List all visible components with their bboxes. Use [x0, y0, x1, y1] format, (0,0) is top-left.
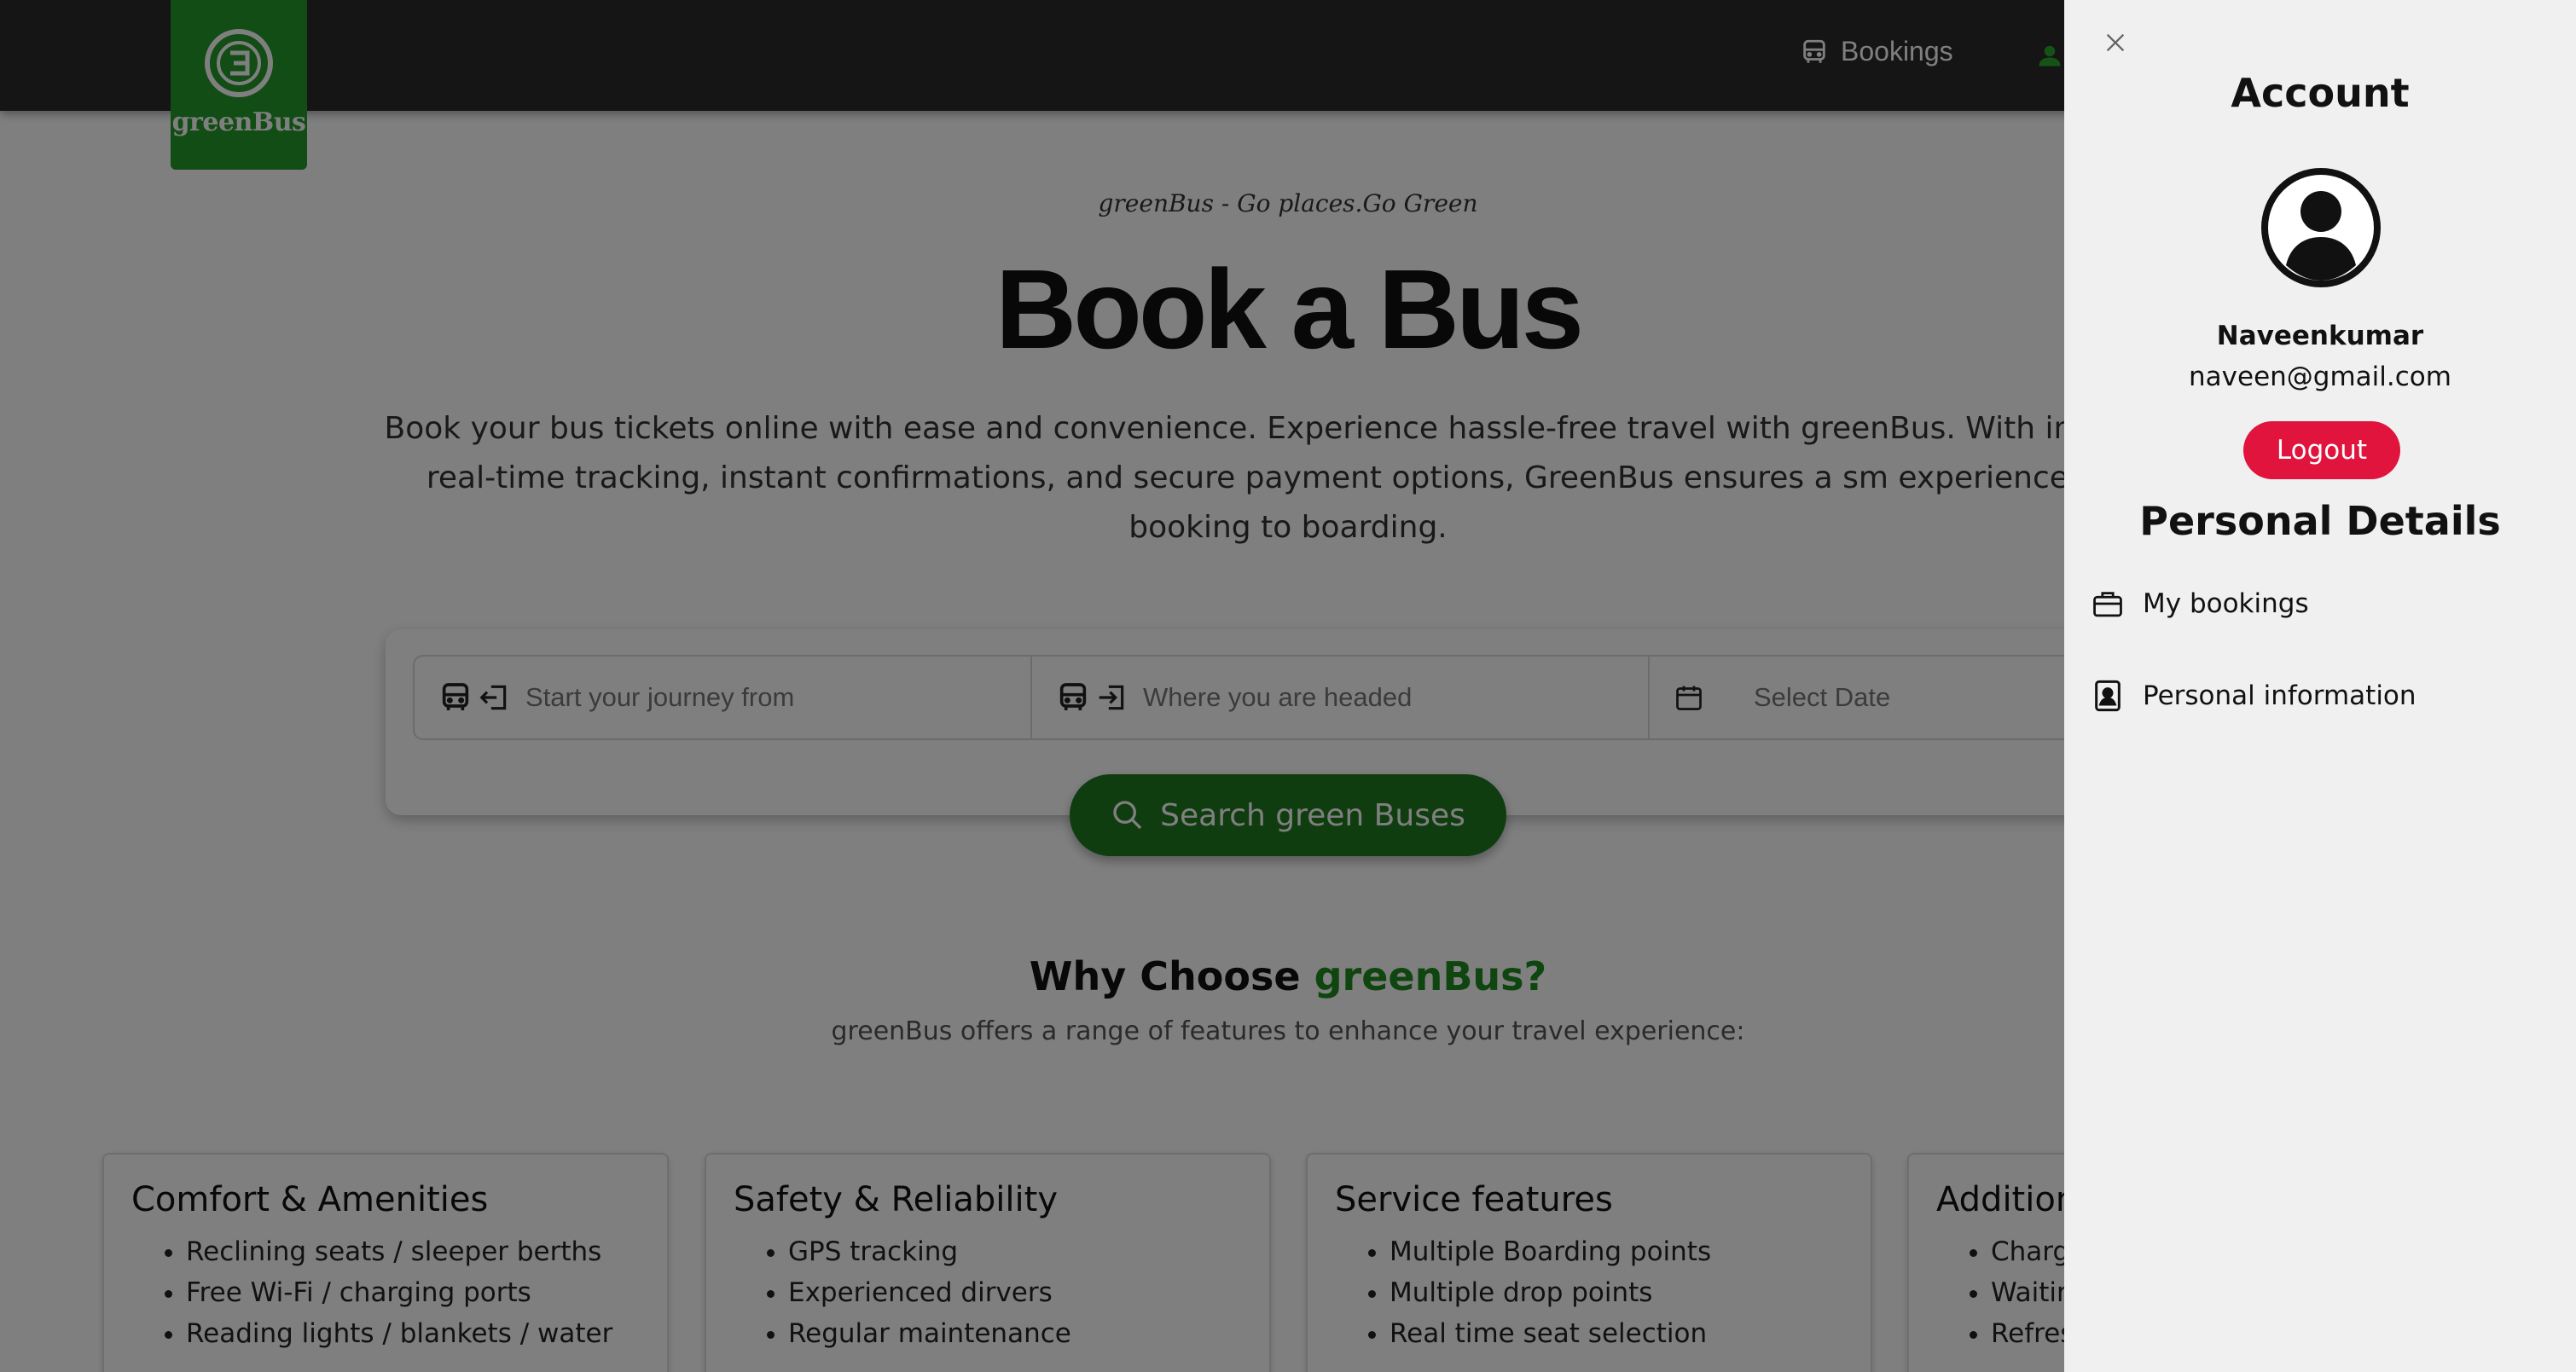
- personal-info-label: Personal information: [2143, 680, 2416, 711]
- personal-info-item[interactable]: Personal information: [2092, 679, 2416, 713]
- avatar-icon: [2260, 167, 2382, 292]
- briefcase-icon: [2093, 592, 2122, 617]
- user-email: naveen@gmail.com: [2189, 362, 2451, 392]
- my-bookings-label: My bookings: [2143, 588, 2309, 619]
- logout-button[interactable]: Logout: [2243, 421, 2400, 479]
- my-bookings-item[interactable]: My bookings: [2092, 588, 2309, 619]
- drawer-title: Account: [2231, 70, 2410, 116]
- account-drawer: Account Naveenkumar naveen@gmail.com Log…: [2064, 0, 2576, 1372]
- page: Bookings greenBus greenBus - Go places.G…: [0, 0, 2576, 1372]
- close-icon[interactable]: [2103, 31, 2127, 58]
- drawer-backdrop[interactable]: [0, 0, 2064, 1372]
- contact-card-icon: [2095, 680, 2121, 712]
- user-name: Naveenkumar: [2216, 321, 2424, 351]
- personal-details-heading: Personal Details: [2139, 498, 2501, 544]
